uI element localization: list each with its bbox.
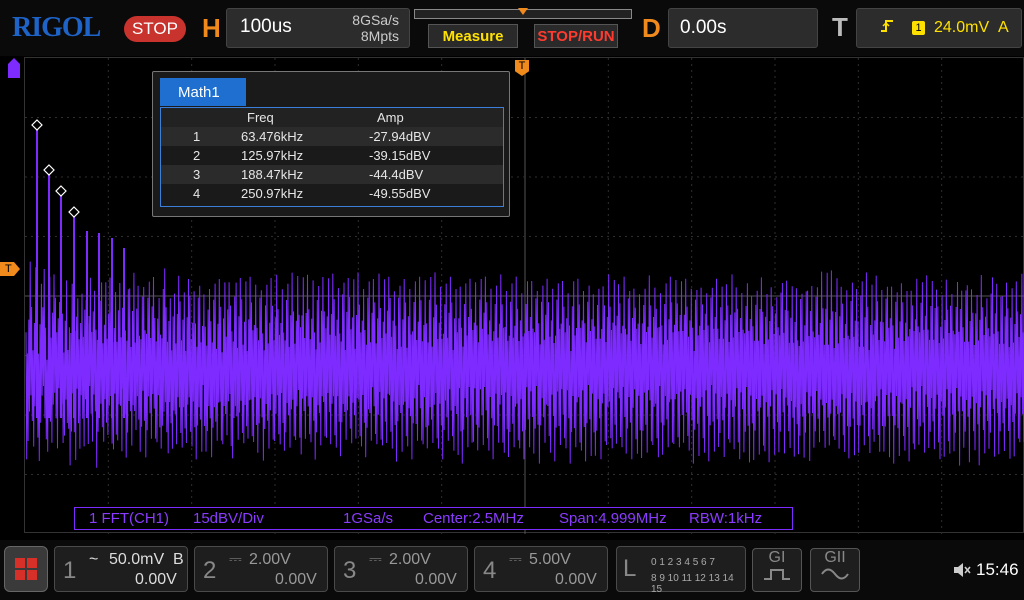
channel-2-box[interactable]: 2 ⎓ 2.00V 0.00V <box>194 546 328 592</box>
fft-span: Span:4.999MHz <box>559 510 667 527</box>
logic-channels-low: 0 1 2 3 4 5 6 7 <box>651 557 715 568</box>
row-amp: -27.94dBV <box>369 129 431 144</box>
main-menu-button[interactable] <box>4 546 48 592</box>
channel-number: 4 <box>483 557 497 584</box>
row-freq: 125.97kHz <box>241 148 304 163</box>
row-index: 2 <box>193 148 201 163</box>
row-freq: 250.97kHz <box>241 186 304 201</box>
fft-center: Center:2.5MHz <box>423 510 524 527</box>
table-row: 3 188.47kHz -44.4dBV <box>161 165 503 184</box>
table-row: 2 125.97kHz -39.15dBV <box>161 146 503 165</box>
table-row: 1 63.476kHz -27.94dBV <box>161 127 503 146</box>
sine-wave-icon <box>821 568 849 580</box>
channel-4-box[interactable]: 4 ⎓ 5.00V 0.00V <box>474 546 608 592</box>
dc-coupling-icon: ⎓ <box>369 551 382 568</box>
row-index: 1 <box>193 129 201 144</box>
row-amp: -44.4dBV <box>369 167 424 182</box>
channel-offset: 0.00V <box>135 571 177 588</box>
channel-1-box[interactable]: 1 ~ 50.0mV B 0.00V <box>54 546 188 592</box>
logic-analyzer-box[interactable]: L 0 1 2 3 4 5 6 7 8 9 10 11 12 13 14 15 <box>616 546 746 595</box>
channel-offset: 0.00V <box>275 571 317 588</box>
peak-marker <box>43 164 55 176</box>
decoder-2-button[interactable]: GII <box>810 548 860 592</box>
delay-letter: D <box>642 13 661 43</box>
column-freq: Freq <box>247 110 274 125</box>
row-amp: -49.55dBV <box>369 186 431 201</box>
channel-scale: 2.00V <box>249 551 291 568</box>
stop-run-button[interactable]: STOP/RUN <box>534 24 618 48</box>
row-index: 3 <box>193 167 201 182</box>
peak-marker <box>68 206 80 218</box>
menu-icon-part <box>27 558 37 568</box>
delay-value[interactable]: 0.00s <box>680 17 726 39</box>
channel-scale: 50.0mV <box>109 551 165 568</box>
pulse-wave-icon <box>764 569 790 580</box>
channel-number: 1 <box>63 557 77 584</box>
menu-icon-part <box>15 570 25 580</box>
logic-channels-high: 8 9 10 11 12 13 14 15 <box>651 573 734 595</box>
brand-logo: RIGOL <box>12 12 101 43</box>
trigger-mode[interactable]: A <box>998 19 1009 37</box>
top-status-bar: RIGOL STOP H 100us 8GSa/s 8Mpts Measure … <box>0 0 1024 56</box>
channel-offset: 0.00V <box>555 571 597 588</box>
fft-info-bar[interactable]: 1 FFT(CH1) 15dBV/Div 1GSa/s Center:2.5MH… <box>74 507 793 530</box>
run-state-badge[interactable]: STOP <box>124 16 186 42</box>
rising-edge-icon <box>880 18 894 39</box>
speaker-muted-icon[interactable] <box>952 561 972 584</box>
logic-letter: L <box>623 555 637 582</box>
decoder-2-label: GII <box>824 549 846 566</box>
trigger-level-value[interactable]: 24.0mV <box>934 19 989 37</box>
channel-number: 2 <box>203 557 217 584</box>
trigger-source-badge: 1 <box>912 21 925 35</box>
column-amp: Amp <box>377 110 404 125</box>
table-row: 4 250.97kHz -49.55dBV <box>161 184 503 203</box>
system-clock: 15:46 <box>976 560 1019 579</box>
oscilloscope-screen: RIGOL STOP H 100us 8GSa/s 8Mpts Measure … <box>0 0 1024 600</box>
decoder-1-button[interactable]: GI <box>752 548 802 592</box>
channel-scale: 2.00V <box>389 551 431 568</box>
math-channel-marker[interactable] <box>8 58 20 78</box>
peak-table: Freq Amp 1 63.476kHz -27.94dBV 2 125.97k… <box>160 107 504 207</box>
channel-offset: 0.00V <box>415 571 457 588</box>
fft-label: 1 FFT(CH1) <box>89 510 169 527</box>
row-amp: -39.15dBV <box>369 148 431 163</box>
trigger-level-marker[interactable]: T <box>0 262 20 276</box>
fft-scale: 15dBV/Div <box>193 510 264 527</box>
trigger-letter: T <box>832 12 848 42</box>
bandwidth-limit-badge: B <box>173 551 184 568</box>
decoder-1-label: GI <box>768 549 786 566</box>
row-index: 4 <box>193 186 201 201</box>
row-freq: 188.47kHz <box>241 167 304 182</box>
horizontal-letter: H <box>202 13 221 43</box>
menu-icon <box>15 558 25 568</box>
measure-button[interactable]: Measure <box>428 24 518 48</box>
channel-scale: 5.00V <box>529 551 571 568</box>
fft-rbw: RBW:1kHz <box>689 510 763 527</box>
row-freq: 63.476kHz <box>241 129 304 144</box>
dc-coupling-icon: ⎓ <box>509 551 522 568</box>
dc-coupling-icon: ⎓ <box>229 551 242 568</box>
table-header: Freq Amp <box>161 108 503 127</box>
channel-3-box[interactable]: 3 ⎓ 2.00V 0.00V <box>334 546 468 592</box>
memory-timeline[interactable] <box>414 8 632 19</box>
tab-math1[interactable]: Math1 <box>160 78 246 106</box>
timeline-position-marker <box>518 8 528 15</box>
menu-icon-part <box>27 570 37 580</box>
peak-marker <box>55 185 67 197</box>
acquisition-info: 8GSa/s 8Mpts <box>343 12 399 44</box>
channel-number: 3 <box>343 557 357 584</box>
peak-marker <box>31 119 43 131</box>
timebase-value[interactable]: 100us <box>240 16 292 38</box>
fft-rate: 1GSa/s <box>343 510 394 527</box>
sample-rate: 8GSa/s <box>352 12 399 28</box>
memory-depth: 8Mpts <box>360 28 399 44</box>
ac-coupling-icon: ~ <box>89 551 99 568</box>
